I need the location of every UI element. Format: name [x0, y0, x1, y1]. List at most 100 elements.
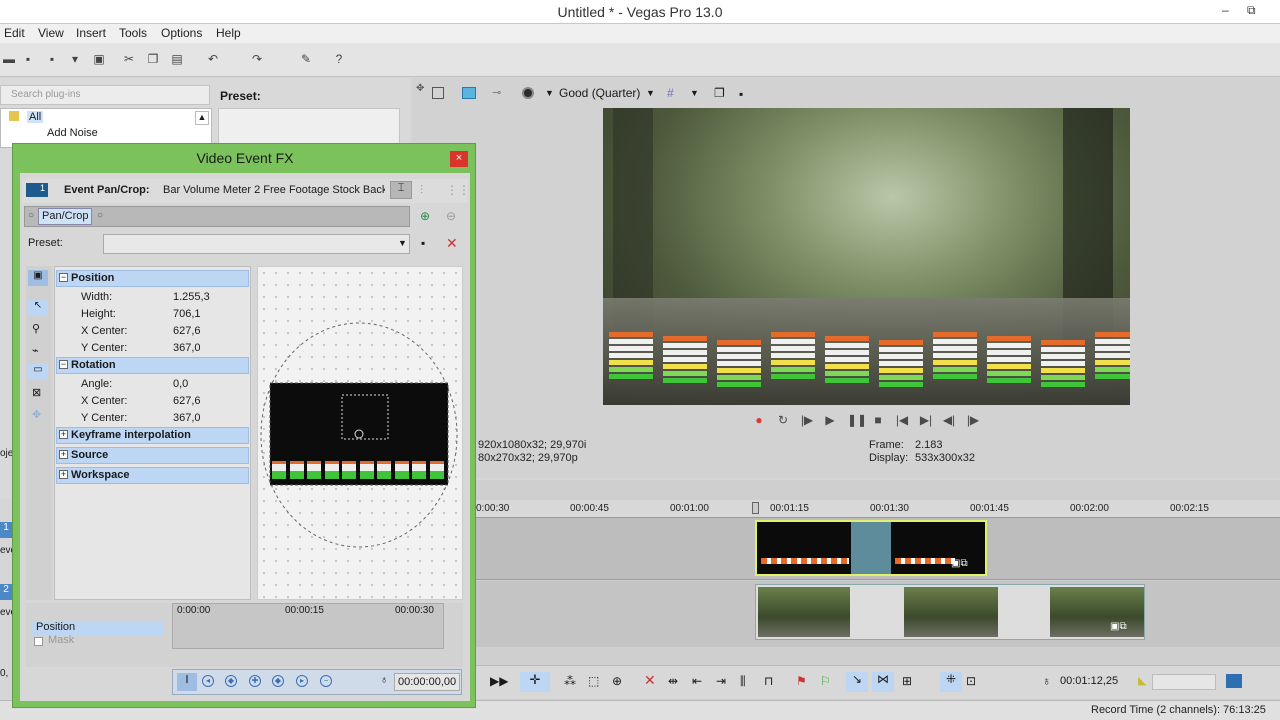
overlays-dropdown-icon[interactable]: ▼	[545, 88, 554, 98]
remove-fx-icon[interactable]: ⊖	[446, 209, 456, 223]
fx-timecode[interactable]: 00:00:00,00	[394, 673, 460, 691]
paste-icon[interactable]: ▤	[170, 52, 184, 66]
event-fx-icon[interactable]: ▣⧉	[951, 558, 968, 569]
grid-dropdown-icon[interactable]: ▼	[690, 88, 699, 98]
previous-keyframe-icon[interactable]: ◆	[225, 675, 237, 687]
fx-chain-item-pan-crop[interactable]: Pan/Crop	[38, 208, 92, 225]
section-rotation[interactable]: − Rotation	[56, 357, 249, 374]
scroll-up-icon[interactable]: ▲	[195, 111, 209, 125]
quality-dropdown-icon[interactable]: ▼	[646, 88, 655, 98]
prop-value[interactable]: 627,6	[173, 395, 201, 407]
expand-icon[interactable]: +	[59, 470, 68, 479]
grid-view-icon[interactable]: ⋮⋮	[446, 183, 470, 197]
play-from-start-icon[interactable]: |▶	[800, 413, 814, 427]
prop-rotation-y-center[interactable]: Y Center: 367,0	[56, 410, 249, 427]
prop-rotation-x-center[interactable]: X Center: 627,6	[56, 393, 249, 410]
section-position[interactable]: − Position	[56, 270, 249, 287]
properties-icon[interactable]: ▣	[92, 52, 106, 66]
trim-end-icon[interactable]: ⇥	[716, 674, 726, 688]
fx-plugin-chip[interactable]: 1	[26, 183, 48, 197]
section-workspace[interactable]: + Workspace	[56, 467, 249, 484]
copy-snapshot-icon[interactable]: ❐	[714, 86, 725, 100]
save-icon[interactable]: ▪	[21, 52, 35, 66]
prop-y-center[interactable]: Y Center: 367,0	[56, 340, 249, 357]
fx-close-button[interactable]: ×	[450, 151, 468, 167]
video-event-footage[interactable]: ▣⧉	[755, 584, 1145, 640]
pane-dock-icon[interactable]: ✥	[416, 83, 424, 94]
sync-cursor-icon[interactable]: ⌶	[390, 181, 412, 199]
lock-envelopes-icon[interactable]: ⁜	[940, 672, 962, 692]
last-keyframe-icon[interactable]: ▸	[296, 675, 308, 687]
menu-edit[interactable]: Edit	[4, 26, 25, 40]
undo-icon[interactable]: ↶	[206, 52, 220, 66]
properties-preview-icon[interactable]	[432, 87, 444, 99]
section-source[interactable]: + Source	[56, 447, 249, 464]
section-keyframe-interpolation[interactable]: + Keyframe interpolation	[56, 427, 249, 444]
open-icon[interactable]: ▬	[2, 52, 16, 66]
lock-aspect-icon[interactable]: ▭	[28, 364, 48, 380]
trim-icon[interactable]: ⇹	[668, 674, 678, 688]
prop-value[interactable]: 367,0	[173, 342, 201, 354]
menu-help[interactable]: Help	[216, 26, 241, 40]
stop-icon[interactable]: ■	[871, 413, 885, 427]
keyframe-view-icon[interactable]: ⫶	[420, 183, 423, 198]
kf-track-mask[interactable]: Mask	[32, 634, 164, 648]
kf-track-position[interactable]: Position	[32, 621, 164, 635]
save-as-icon[interactable]: ▪	[45, 52, 59, 66]
selection-tool-icon[interactable]: ⬚	[588, 674, 599, 688]
split-screen-icon[interactable]: ⊸	[492, 86, 501, 99]
restore-button[interactable]: ⧉	[1247, 3, 1256, 18]
trim-start-icon[interactable]: ⇤	[692, 674, 702, 688]
normal-edit-tool-icon[interactable]: ↖	[28, 300, 48, 316]
fx-preset-select[interactable]: ▼	[103, 234, 410, 254]
prop-value[interactable]: 627,6	[173, 325, 201, 337]
track-number-2[interactable]: 2	[0, 584, 12, 600]
redo-icon[interactable]: ↷	[250, 52, 264, 66]
first-keyframe-icon[interactable]: ◂	[202, 675, 214, 687]
menu-insert[interactable]: Insert	[76, 26, 106, 40]
auto-crossfade-icon[interactable]: ⋈	[872, 672, 894, 692]
play-timeline-icon[interactable]: ▶▶	[490, 674, 508, 688]
loop-icon[interactable]: ↻	[776, 413, 790, 427]
plugin-search-input[interactable]: Search plug-ins	[0, 85, 210, 105]
minimize-button[interactable]: –	[1222, 3, 1229, 17]
mask-checkbox[interactable]	[34, 637, 43, 646]
pause-icon[interactable]: ❚❚	[847, 413, 867, 427]
scene-icon[interactable]	[1226, 674, 1242, 688]
overlays-icon[interactable]	[522, 87, 534, 99]
tree-item-add-noise[interactable]: Add Noise	[47, 127, 98, 139]
playhead-marker[interactable]	[752, 502, 759, 514]
collapse-icon[interactable]: −	[59, 273, 68, 282]
prop-value[interactable]: 1.255,3	[173, 291, 210, 303]
menu-tools[interactable]: Tools	[119, 26, 147, 40]
marker-icon[interactable]: ⚑	[796, 674, 807, 688]
selection-length-field[interactable]	[1152, 674, 1216, 690]
preview-quality-select[interactable]: Good (Quarter)	[559, 86, 640, 100]
zoom-edit-tool-icon[interactable]: ⚲	[32, 322, 40, 335]
prop-value[interactable]: 367,0	[173, 412, 201, 424]
track-number-1[interactable]: 1	[0, 522, 12, 538]
snapping-icon[interactable]: ↘	[846, 672, 868, 692]
prop-height[interactable]: Height: 706,1	[56, 306, 249, 323]
expand-icon[interactable]: +	[59, 450, 68, 459]
region-icon[interactable]: ⚐	[820, 674, 831, 688]
external-monitor-icon[interactable]	[462, 87, 476, 99]
go-to-start-icon[interactable]: |◀	[895, 413, 909, 427]
prop-value[interactable]: 0,0	[173, 378, 188, 390]
brush-icon[interactable]: ✎	[299, 52, 313, 66]
timeline-ruler[interactable]: 0:00:30 00:00:45 00:01:00 00:01:15 00:01…	[470, 500, 1280, 518]
copy-icon[interactable]: ❐	[146, 52, 160, 66]
delete-preset-icon[interactable]: ✕	[446, 235, 458, 252]
next-keyframe-icon[interactable]: ◆	[272, 675, 284, 687]
menu-view[interactable]: View	[38, 26, 64, 40]
tree-item-all[interactable]: All	[27, 111, 44, 123]
record-icon[interactable]: ●	[752, 413, 766, 427]
delete-keyframe-icon[interactable]: −	[320, 675, 332, 687]
ignore-grouping-icon[interactable]: ⊡	[966, 674, 976, 688]
keyframe-timeline[interactable]: 0:00:00 00:00:15 00:00:30	[172, 603, 444, 649]
plugin-tree[interactable]: All Add Noise ▲	[0, 108, 212, 148]
collapse-icon[interactable]: −	[59, 360, 68, 369]
cut-icon[interactable]: ✂	[122, 52, 136, 66]
ripple-icon[interactable]: ⊞	[902, 674, 912, 688]
lock-icon[interactable]: ⊓	[764, 674, 773, 688]
